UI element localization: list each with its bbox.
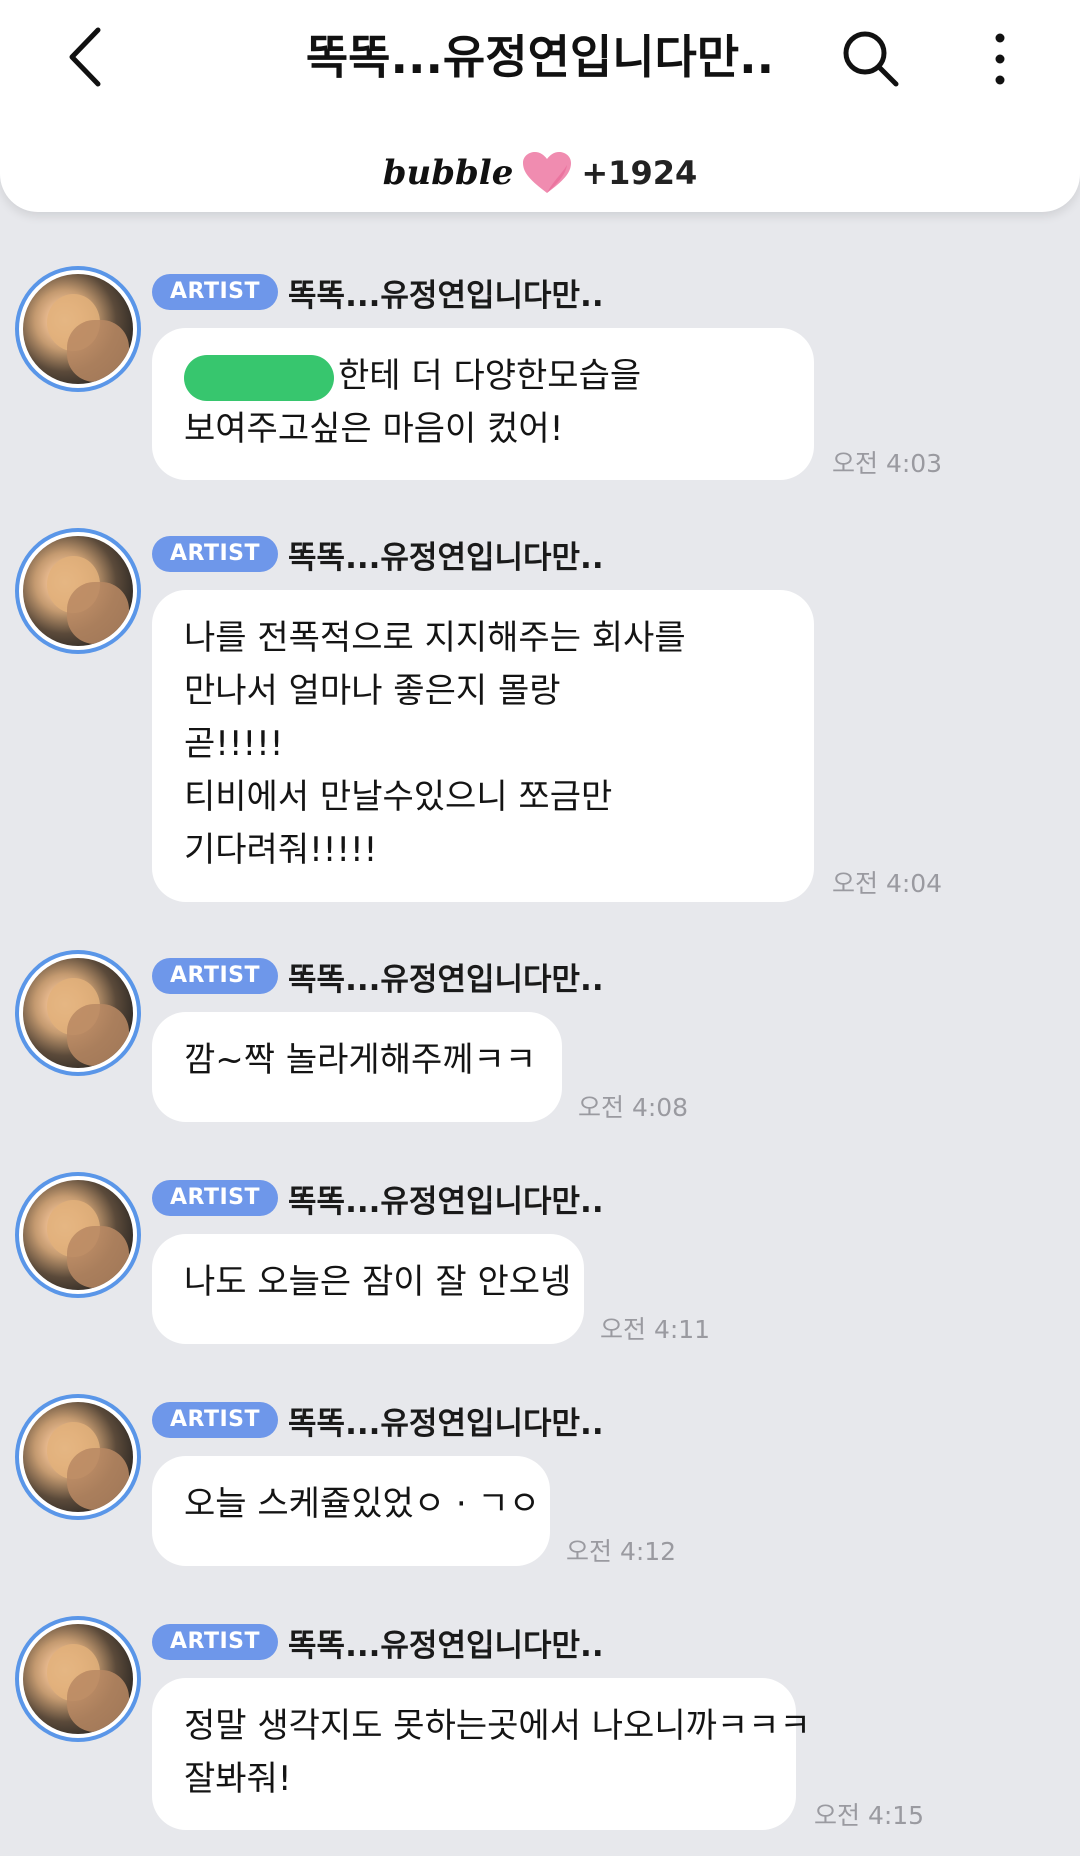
heart-icon [523,152,572,193]
avatar[interactable] [15,1394,141,1520]
sender-row: ARTIST 똑똑...유정연입니다만.. [152,1400,604,1442]
message-line: 나를 전폭적으로 지지해주는 회사를 [184,618,686,658]
message-time: 오전 4:03 [832,449,943,478]
more-vertical-icon [995,33,1005,85]
avatar[interactable] [15,528,141,654]
sender-row: ARTIST 똑똑...유정연입니다만.. [152,1622,604,1664]
message-time: 오전 4:15 [814,1801,925,1830]
sender-name: 똑똑...유정연입니다만.. [288,1183,604,1220]
message-bubble[interactable]: 나를 전폭적으로 지지해주는 회사를 만나서 얼마나 좋은지 몰랑 곧!!!!!… [152,590,814,902]
message-line: 만나서 얼마나 좋은지 몰랑 [184,671,561,711]
sender-name: 똑똑...유정연입니다만.. [288,1627,604,1664]
message-bubble[interactable]: 한테 더 다양한모습을 보여주고싶은 마음이 컸어! [152,328,814,480]
avatar-image [23,536,133,646]
message-time: 오전 4:08 [578,1093,689,1122]
message-bubble[interactable]: 오늘 스케쥴있었ㅇ · ㄱㅇ [152,1456,550,1566]
sender-row: ARTIST 똑똑...유정연입니다만.. [152,1178,604,1220]
chat-header: 똑똑...유정연입니다만.. bubble +1924 [0,0,1080,212]
avatar-image [23,274,133,384]
search-icon [843,31,899,87]
back-button[interactable] [58,22,118,92]
sender-name: 똑똑...유정연입니다만.. [288,1405,604,1442]
message-time: 오전 4:12 [566,1537,677,1566]
message-line: 티비에서 만날수있으니 쪼금만 [184,777,613,817]
message-line: 나도 오늘은 잠이 잘 안오넹 [184,1262,572,1302]
artist-badge: ARTIST [152,1402,279,1438]
censor-mark [184,354,334,401]
avatar-image [23,1624,133,1734]
message-line: 곧!!!!! [184,724,284,764]
message-bubble[interactable]: 깜~짝 놀라게해주께ㅋㅋ [152,1012,562,1122]
avatar[interactable] [15,1616,141,1742]
sender-row: ARTIST 똑똑...유정연입니다만.. [152,534,604,576]
sender-name: 똑똑...유정연입니다만.. [288,961,604,998]
message-line: 오늘 스케쥴있었ㅇ · ㄱㅇ [184,1484,541,1524]
heart-count: +1924 [581,154,698,192]
artist-badge: ARTIST [152,536,279,572]
message-line: 정말 생각지도 못하는곳에서 나오니까ㅋㅋㅋ [184,1706,811,1746]
message-bubble[interactable]: 정말 생각지도 못하는곳에서 나오니까ㅋㅋㅋ 잘봐줘! [152,1678,811,1830]
avatar-image [23,1180,133,1290]
avatar[interactable] [15,950,141,1076]
message-time: 오전 4:11 [600,1315,711,1344]
bubble-heart-row[interactable]: bubble +1924 [0,148,1080,198]
more-button[interactable] [980,24,1020,94]
sender-row: ARTIST 똑똑...유정연입니다만.. [152,272,604,314]
artist-badge: ARTIST [152,958,279,994]
message-line: 보여주고싶은 마음이 컸어! [184,409,564,449]
sender-row: ARTIST 똑똑...유정연입니다만.. [152,956,604,998]
avatar-image [23,958,133,1068]
avatar[interactable] [15,1172,141,1298]
message-line: 기다려줘!!!!! [184,830,378,870]
sender-name: 똑똑...유정연입니다만.. [288,539,604,576]
message-line: 깜~짝 놀라게해주께ㅋㅋ [184,1040,537,1080]
bubble-brand: bubble [382,153,514,193]
artist-badge: ARTIST [152,1180,279,1216]
artist-badge: ARTIST [152,274,279,310]
search-button[interactable] [838,26,902,90]
message-bubble[interactable]: 나도 오늘은 잠이 잘 안오넹 [152,1234,584,1344]
message-line: 잘봐줘! [184,1759,292,1799]
sender-name: 똑똑...유정연입니다만.. [288,277,604,314]
message-line: 한테 더 다양한모습을 [184,350,782,403]
avatar-image [23,1402,133,1512]
chat-title: 똑똑...유정연입니다만.. [305,30,775,84]
message-time: 오전 4:04 [832,869,943,898]
artist-badge: ARTIST [152,1624,279,1660]
avatar[interactable] [15,266,141,392]
back-icon [69,27,101,87]
